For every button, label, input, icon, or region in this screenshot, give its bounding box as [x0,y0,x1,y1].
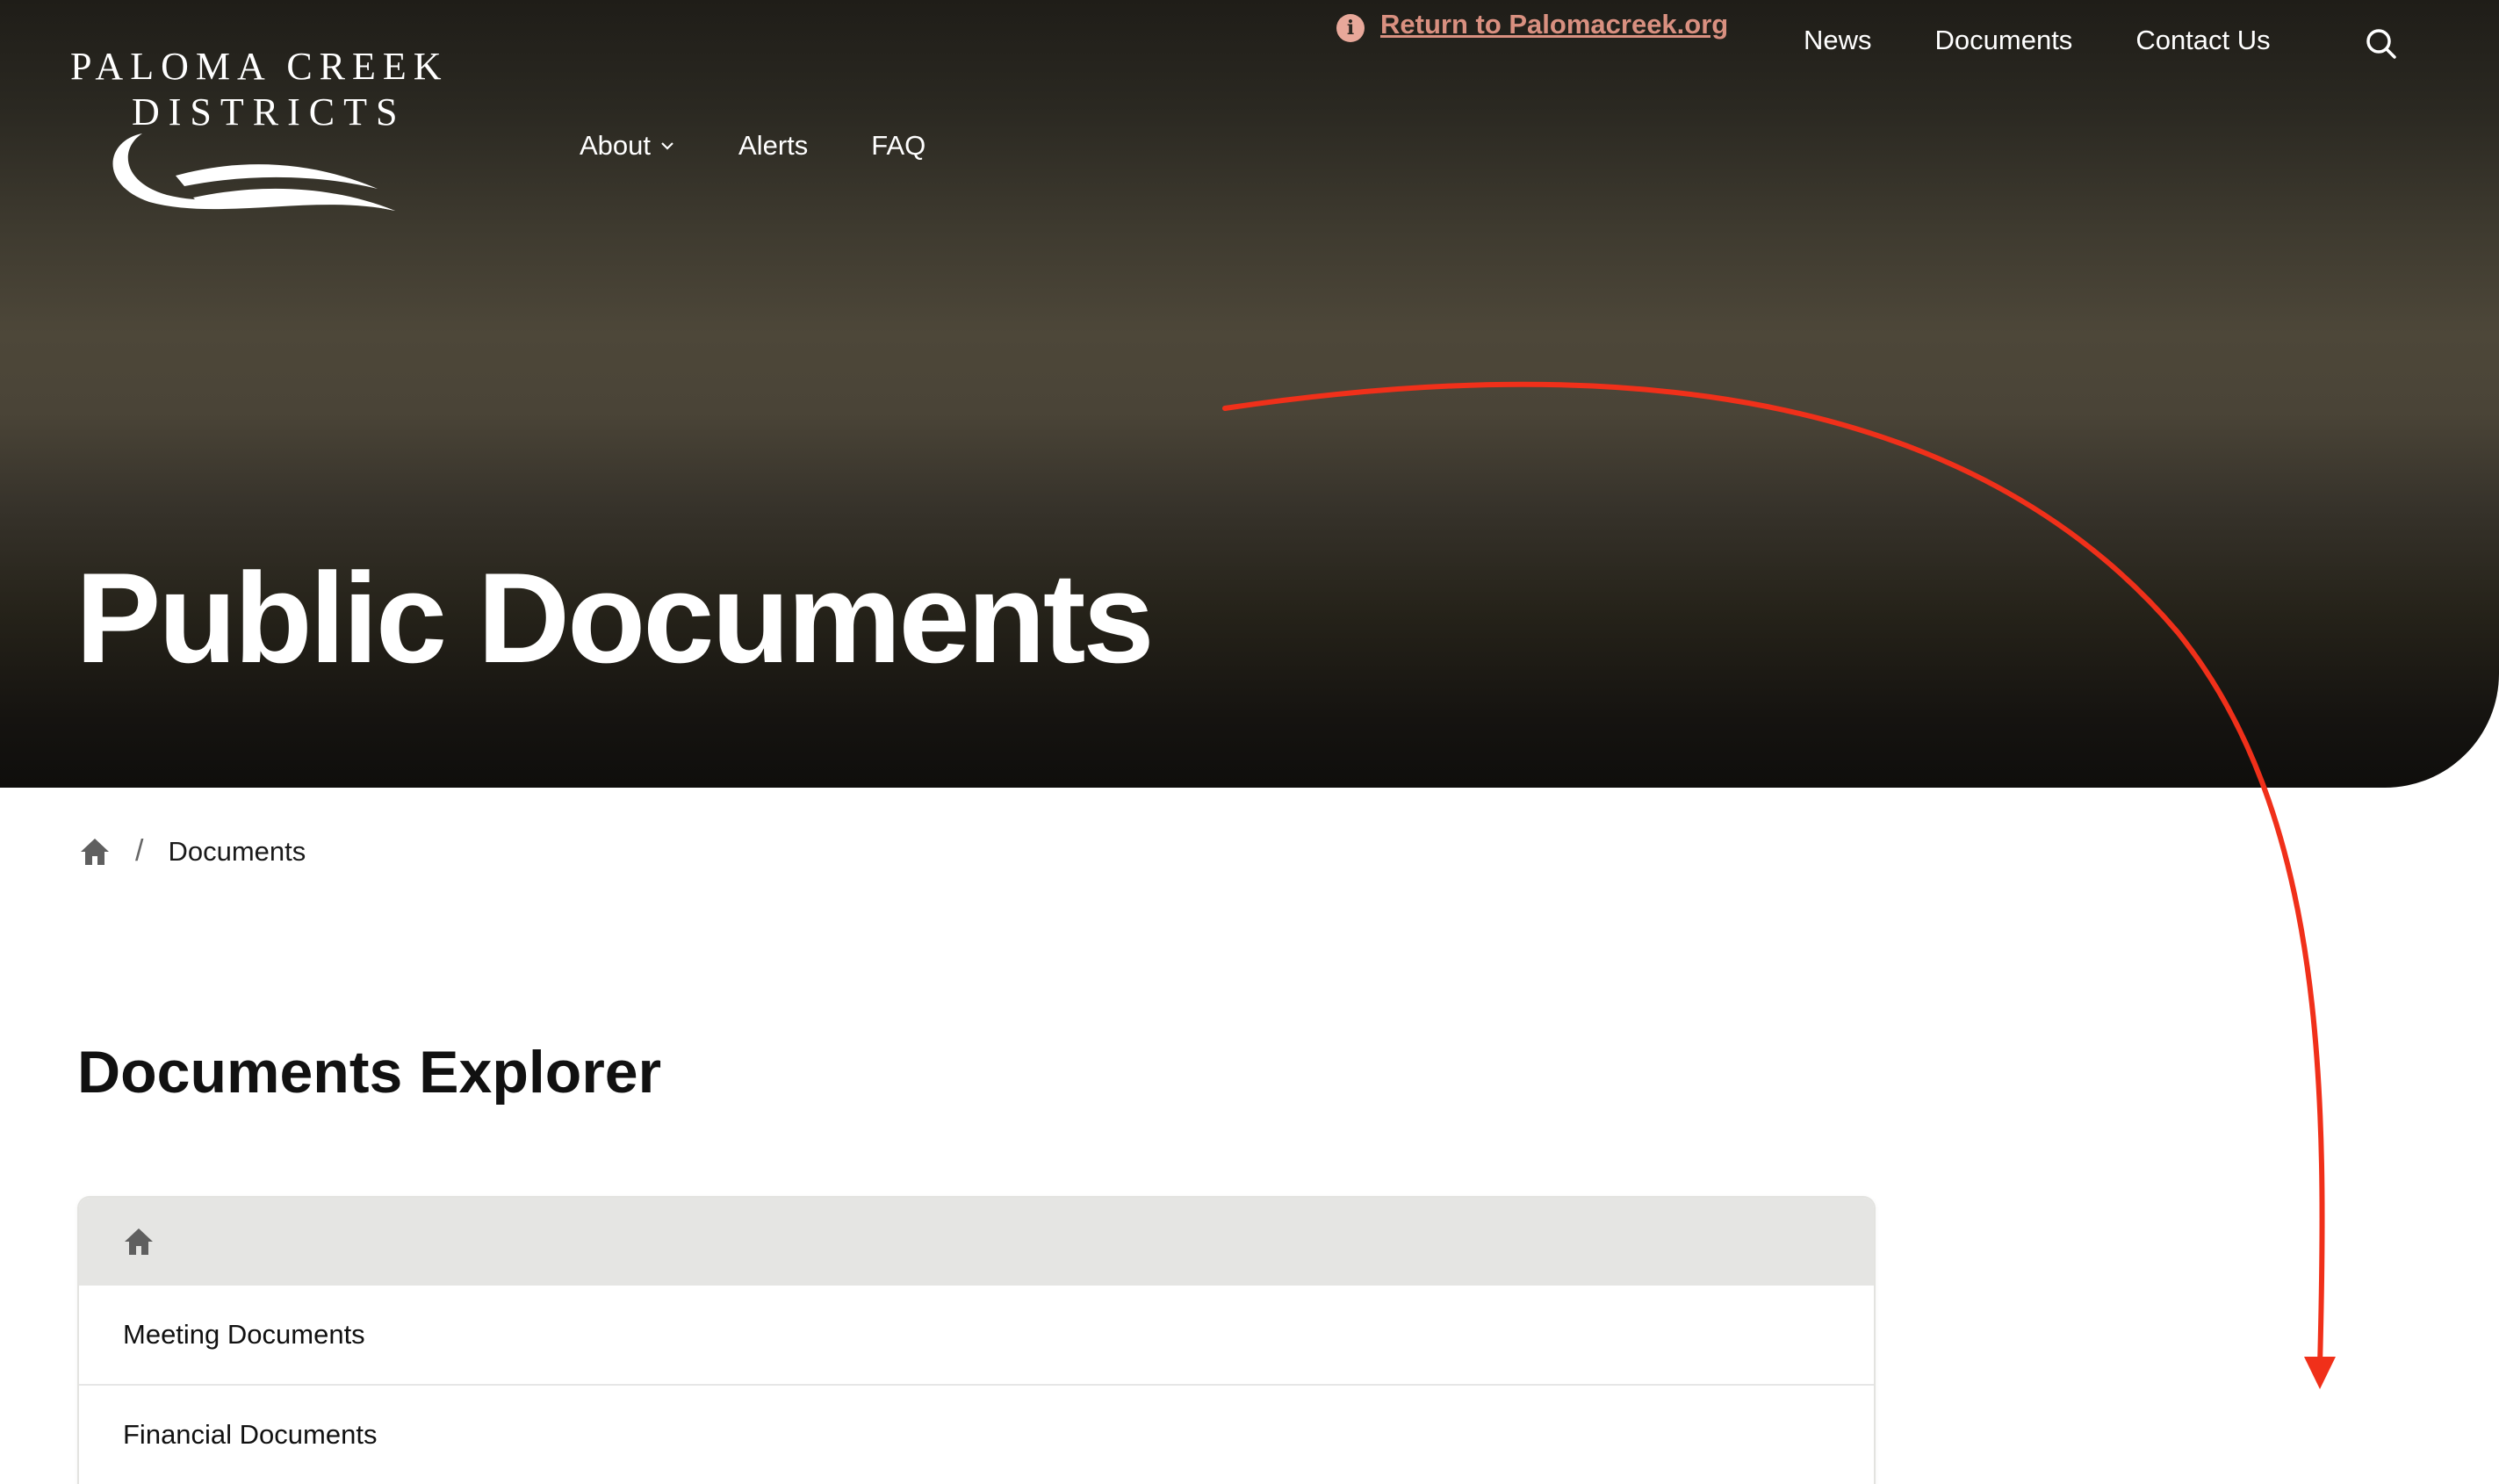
search-icon[interactable] [2364,26,2399,61]
top-nav-documents[interactable]: Documents [1935,25,2073,56]
breadcrumb: / Documents [79,834,306,868]
hero-banner: PALOMA CREEK DISTRICTS i Return to Palom… [0,0,2499,788]
section-title: Documents Explorer [77,1039,662,1106]
return-link-text[interactable]: Return to Palomacreek.org [1380,9,1728,40]
main-nav-about[interactable]: About [580,130,675,162]
logo-text-line1: PALOMA CREEK [70,45,449,88]
info-icon: i [1336,14,1365,42]
annotation-arrow-head [2304,1357,2336,1389]
page-title: Public Documents [76,546,1155,689]
explorer-row-label: Financial Documents [123,1419,378,1450]
home-icon[interactable] [123,1227,155,1257]
explorer-row-meeting-documents[interactable]: Meeting Documents [79,1286,1874,1386]
main-nav-alerts[interactable]: Alerts [738,130,808,162]
page: PALOMA CREEK DISTRICTS i Return to Palom… [0,0,2499,1484]
breadcrumb-separator: / [135,834,144,868]
main-nav: About Alerts FAQ [580,130,925,162]
main-nav-alerts-label: Alerts [738,130,809,161]
breadcrumb-current: Documents [168,835,306,867]
top-nav: News Documents Contact Us [1804,25,2271,56]
documents-explorer: Meeting Documents Financial Documents [77,1196,1876,1484]
top-nav-news[interactable]: News [1804,25,1872,56]
explorer-header [79,1198,1874,1286]
site-logo[interactable]: PALOMA CREEK DISTRICTS [70,44,465,211]
main-nav-about-label: About [580,130,652,161]
top-nav-contact-us[interactable]: Contact Us [2135,25,2270,56]
explorer-row-financial-documents[interactable]: Financial Documents [79,1386,1874,1484]
logo-text-line2: DISTRICTS [132,90,407,133]
main-nav-faq[interactable]: FAQ [871,130,925,162]
return-link[interactable]: i Return to Palomacreek.org [1336,7,1728,42]
main-nav-faq-label: FAQ [871,130,926,161]
explorer-row-label: Meeting Documents [123,1319,365,1350]
chevron-down-icon [661,142,673,150]
home-icon[interactable] [79,837,111,867]
